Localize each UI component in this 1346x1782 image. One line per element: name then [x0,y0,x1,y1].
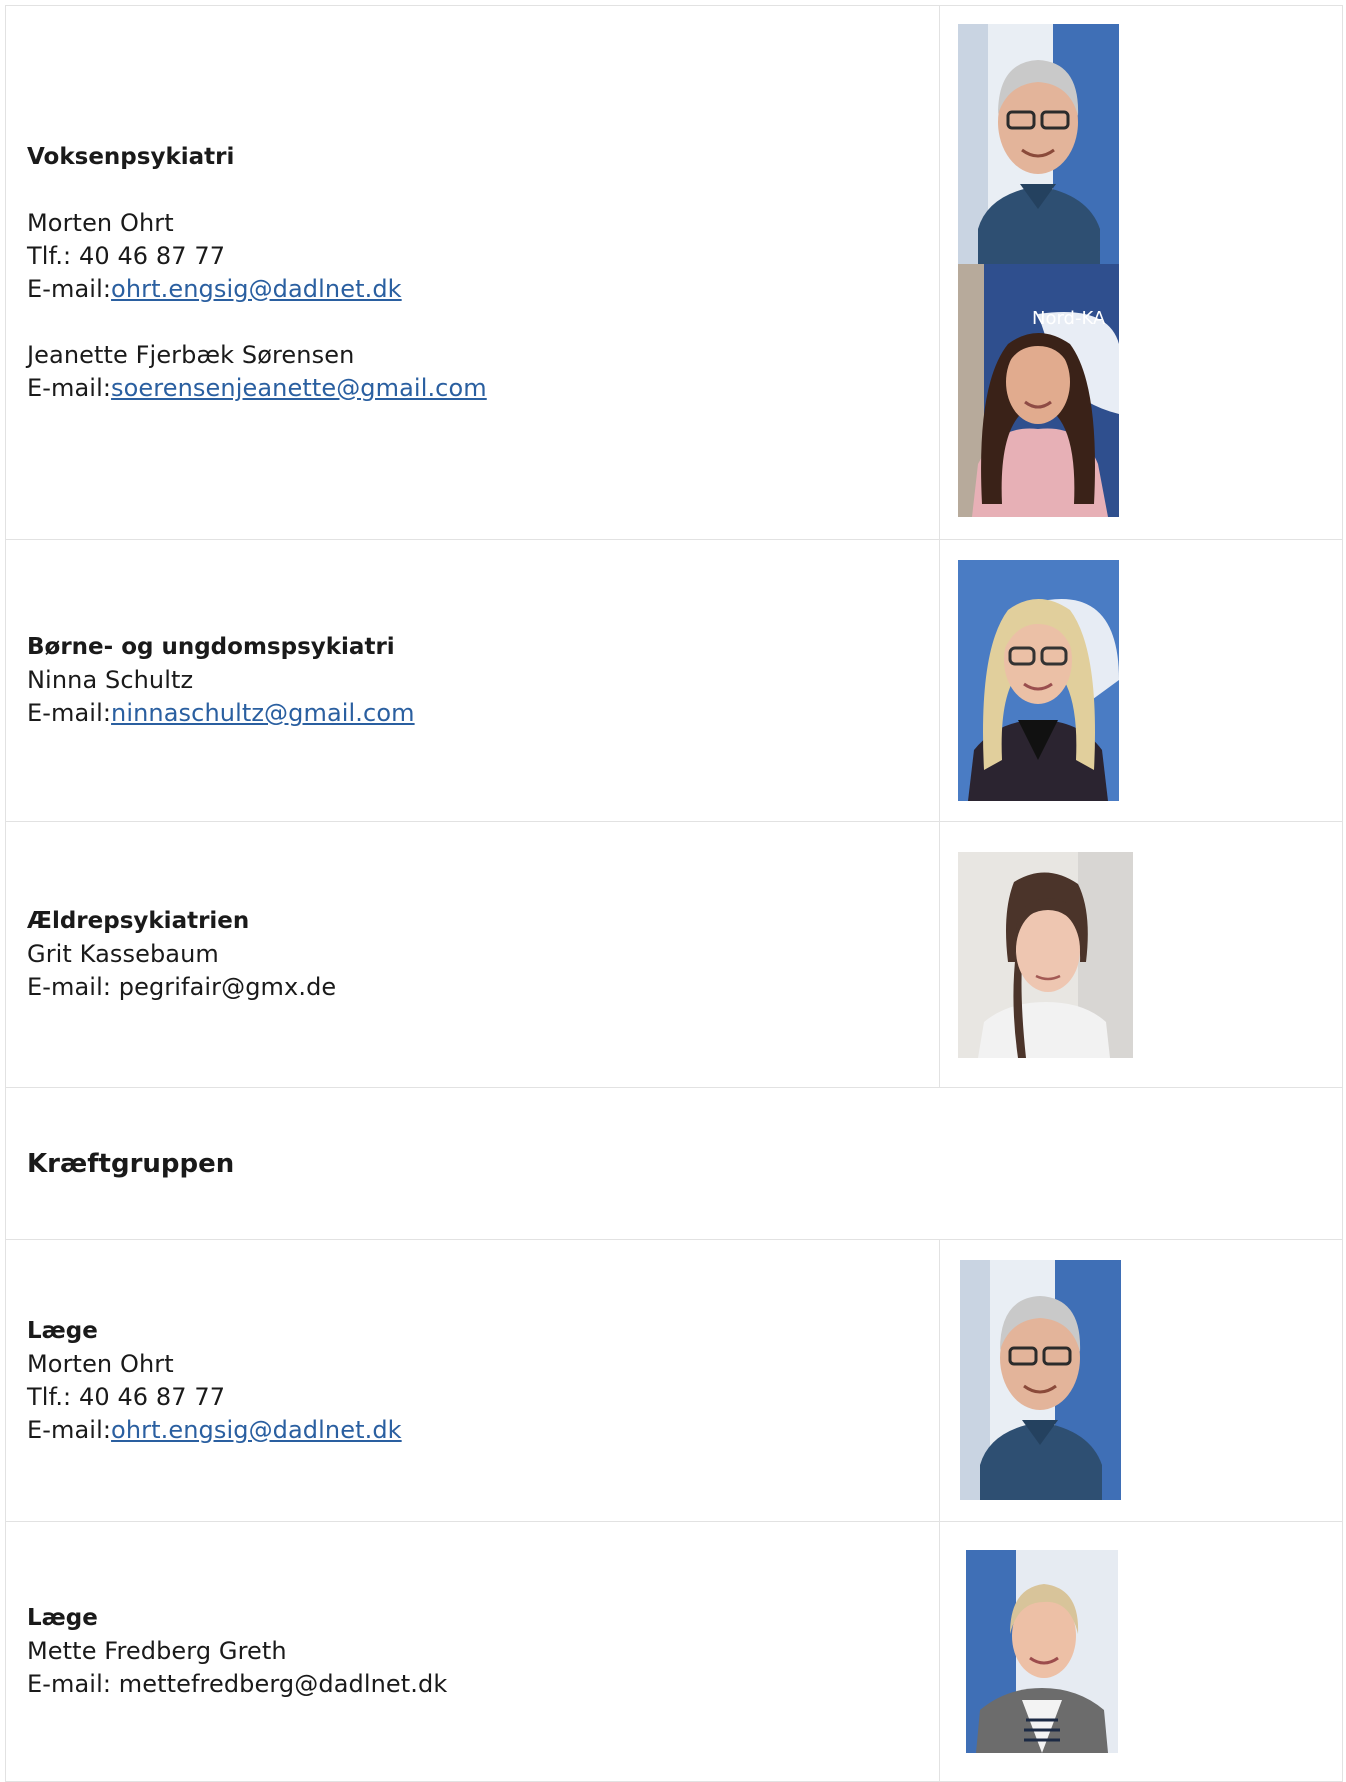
contact-cell: Voksenpsykiatri Morten Ohrt Tlf.: 40 46 … [5,5,940,540]
email-label: E-mail: [27,1415,112,1444]
person-name: Grit Kassebaum [27,940,219,968]
portrait-photo [957,24,1119,264]
photo-cell [938,821,1344,1088]
section-cell: Kræftgruppen [5,1087,1343,1240]
person-phone: Tlf.: 40 46 87 77 [27,1382,226,1411]
group-heading: Læge [27,1317,98,1344]
portrait-photo [959,1260,1121,1500]
table-row: Ældrepsykiatrien Grit Kassebaum E-mail: … [5,821,1344,1088]
person-email-line: E-mail:soerensenjeanette@gmail.com [27,372,939,405]
contact-cell: Børne- og ungdomspsykiatri Ninna Schultz… [5,539,940,822]
photo-cell [938,539,1344,822]
group-heading: Ældrepsykiatrien [27,908,250,934]
group-heading: Læge [27,1605,98,1631]
person-email-line: E-mail:ninnaschultz@gmail.com [27,697,939,730]
contact-table: Voksenpsykiatri Morten Ohrt Tlf.: 40 46 … [5,5,1344,1782]
person-email-line: E-mail:ohrt.engsig@dadlnet.dk [27,273,939,306]
person-email-line: E-mail:ohrt.engsig@dadlnet.dk [27,1414,939,1447]
portrait-photo: Nord-KA [957,264,1119,517]
portrait-photo [957,852,1133,1058]
contact-cell: Læge Mette Fredberg Greth E-mail: mettef… [5,1521,940,1782]
person-email-line: E-mail: pegrifair@gmx.de [27,973,337,1001]
email-link[interactable]: ohrt.engsig@dadlnet.dk [111,1416,402,1444]
photo-cell [938,1239,1344,1522]
person-name: Jeanette Fjerbæk Sørensen [27,340,355,369]
table-row: Voksenpsykiatri Morten Ohrt Tlf.: 40 46 … [5,5,1344,540]
email-link[interactable]: ohrt.engsig@dadlnet.dk [111,275,402,303]
email-link[interactable]: ninnaschultz@gmail.com [111,699,415,727]
table-row: Læge Morten Ohrt Tlf.: 40 46 87 77 E-mai… [5,1239,1344,1522]
email-label: E-mail: [27,274,112,303]
table-row: Læge Mette Fredberg Greth E-mail: mettef… [5,1521,1344,1782]
group-heading: Voksenpsykiatri [27,143,235,170]
email-label: E-mail: [27,699,112,727]
photo-cell: Nord-KA [938,5,1344,540]
person-email-line: E-mail: mettefredberg@dadlnet.dk [27,1670,448,1698]
email-label: E-mail: [27,373,112,402]
section-heading: Kræftgruppen [27,1148,235,1179]
photo-cell [938,1521,1344,1782]
group-heading: Børne- og ungdomspsykiatri [27,634,395,660]
email-link[interactable]: soerensenjeanette@gmail.com [111,374,487,402]
contact-cell: Læge Morten Ohrt Tlf.: 40 46 87 77 E-mai… [5,1239,940,1522]
person-name: Morten Ohrt [27,1349,174,1378]
person-phone: Tlf.: 40 46 87 77 [27,241,226,270]
person-name: Ninna Schultz [27,666,194,694]
table-row: Børne- og ungdomspsykiatri Ninna Schultz… [5,539,1344,822]
banner-text: Nord-KA [1032,308,1106,329]
person-name: Morten Ohrt [27,208,174,237]
person-name: Mette Fredberg Greth [27,1637,287,1665]
portrait-photo [957,560,1119,801]
table-row: Kræftgruppen [5,1087,1343,1240]
contact-cell: Ældrepsykiatrien Grit Kassebaum E-mail: … [5,821,940,1088]
portrait-photo [965,1550,1118,1753]
